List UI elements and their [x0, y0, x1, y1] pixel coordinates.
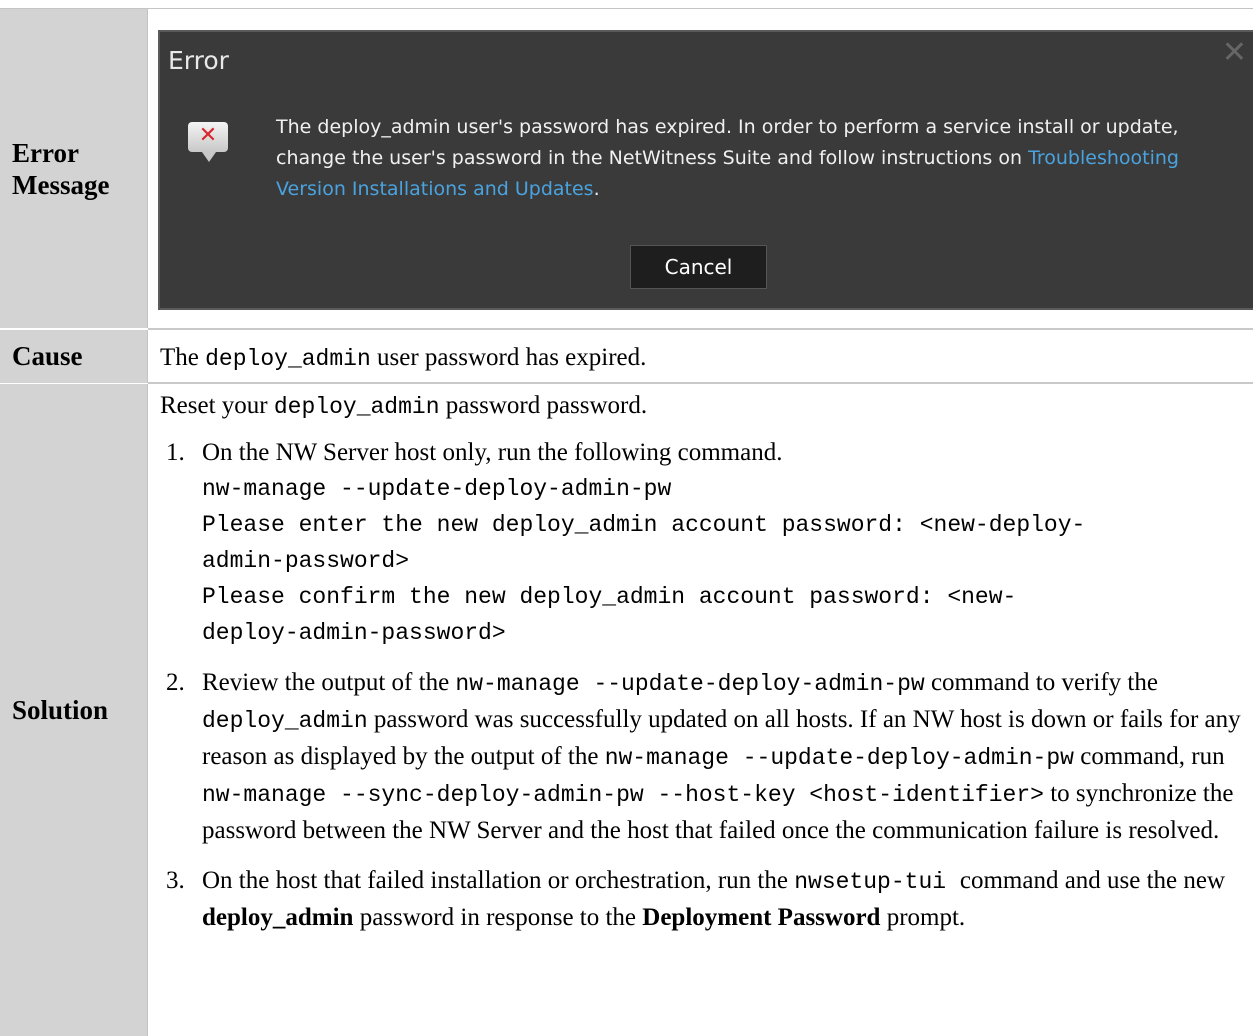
error-message-label: Error Message — [0, 8, 148, 328]
error-message-row: Error Message Error ✕ ✕ The deploy_admin… — [0, 8, 1253, 328]
command-block: nw-manage --update-deploy-admin-pw Pleas… — [202, 476, 1086, 646]
error-icon: ✕ — [188, 122, 228, 162]
cancel-button[interactable]: Cancel — [630, 245, 767, 289]
close-icon[interactable]: ✕ — [1222, 38, 1247, 68]
cause-text: The deploy_admin user password has expir… — [160, 344, 647, 372]
cause-label: Cause — [0, 330, 148, 383]
dialog-message: The deploy_admin user's password has exp… — [276, 116, 1179, 200]
solution-content: Reset your deploy_admin password passwor… — [148, 384, 1253, 1036]
step-3: 3. On the host that failed installation … — [166, 867, 1226, 931]
solution-row: Solution Reset your deploy_admin passwor… — [0, 384, 1253, 1036]
solution-body: Reset your deploy_admin password passwor… — [160, 384, 1245, 950]
error-dialog: Error ✕ ✕ The deploy_admin user's passwo… — [158, 30, 1253, 310]
dialog-title: Error — [168, 46, 229, 75]
troubleshooting-table: Error Message Error ✕ ✕ The deploy_admin… — [0, 8, 1253, 1036]
cause-content: The deploy_admin user password has expir… — [148, 330, 1253, 383]
cause-row: Cause The deploy_admin user password has… — [0, 330, 1253, 383]
solution-label: Solution — [0, 384, 148, 1036]
step-1: 1. On the NW Server host only, run the f… — [160, 435, 1245, 651]
solution-steps: 1. On the NW Server host only, run the f… — [160, 435, 1245, 936]
error-x-glyph: ✕ — [198, 123, 218, 148]
step-2: 2. Review the output of the nw-manage --… — [166, 669, 1241, 844]
solution-intro: Reset your deploy_admin password passwor… — [160, 392, 648, 420]
